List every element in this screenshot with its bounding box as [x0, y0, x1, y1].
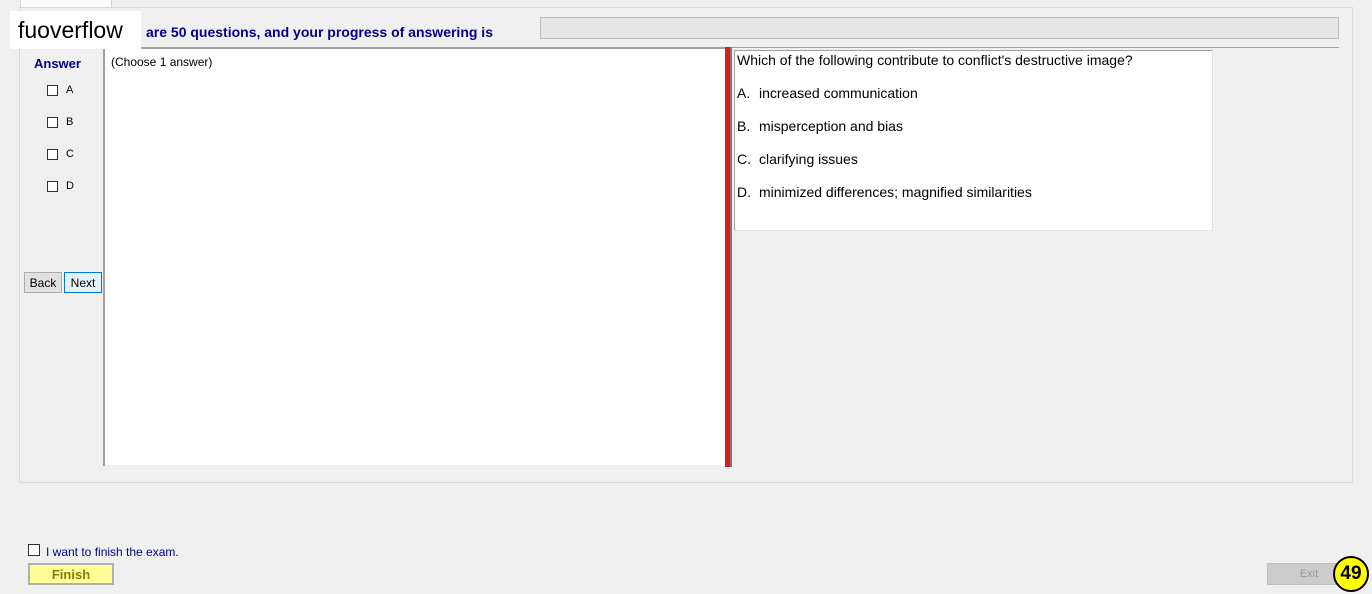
watermark-label: fuoverflow: [10, 11, 141, 49]
option-a-label: A: [66, 84, 74, 96]
question-text: Which of the following contribute to con…: [737, 52, 1133, 68]
question-image-pane: [105, 49, 725, 465]
checkbox-c[interactable]: [47, 148, 58, 160]
option-a[interactable]: A: [47, 83, 73, 97]
choice-b-letter: B.: [737, 118, 751, 134]
finish-exam-checkbox[interactable]: [28, 544, 40, 556]
page-number-badge: 49: [1333, 556, 1369, 592]
choice-d-letter: D.: [737, 184, 751, 200]
back-button[interactable]: Back: [24, 272, 62, 293]
choice-d: D. minimized differences; magnified simil…: [737, 184, 1032, 200]
next-button[interactable]: Next: [64, 272, 102, 293]
progress-caption: are 50 questions, and your progress of a…: [146, 24, 493, 40]
choice-b-text: misperception and bias: [759, 118, 903, 134]
option-c[interactable]: C: [47, 147, 74, 161]
choice-a-letter: A.: [737, 85, 751, 101]
finish-button[interactable]: Finish: [28, 563, 114, 585]
checkbox-b[interactable]: [47, 116, 58, 128]
option-c-label: C: [66, 148, 74, 160]
checkbox-a[interactable]: [47, 84, 58, 96]
choice-b: B. misperception and bias: [737, 118, 903, 134]
choice-c-letter: C.: [737, 151, 751, 167]
answer-heading: Answer: [34, 56, 81, 71]
option-d[interactable]: D: [47, 179, 74, 193]
question-box: [734, 50, 1213, 231]
option-d-label: D: [66, 180, 74, 192]
choose-instruction: (Choose 1 answer): [111, 55, 213, 69]
choice-c-text: clarifying issues: [759, 151, 858, 167]
choice-c: C. clarifying issues: [737, 151, 858, 167]
choice-d-text: minimized differences; magnified similar…: [759, 184, 1032, 200]
option-b[interactable]: B: [47, 115, 73, 129]
choice-a: A. increased communication: [737, 85, 918, 101]
checkbox-d[interactable]: [47, 180, 58, 192]
choice-a-text: increased communication: [759, 85, 918, 101]
finish-exam-label[interactable]: I want to finish the exam.: [46, 545, 179, 559]
option-b-label: B: [66, 116, 74, 128]
progress-bar: [540, 17, 1339, 39]
